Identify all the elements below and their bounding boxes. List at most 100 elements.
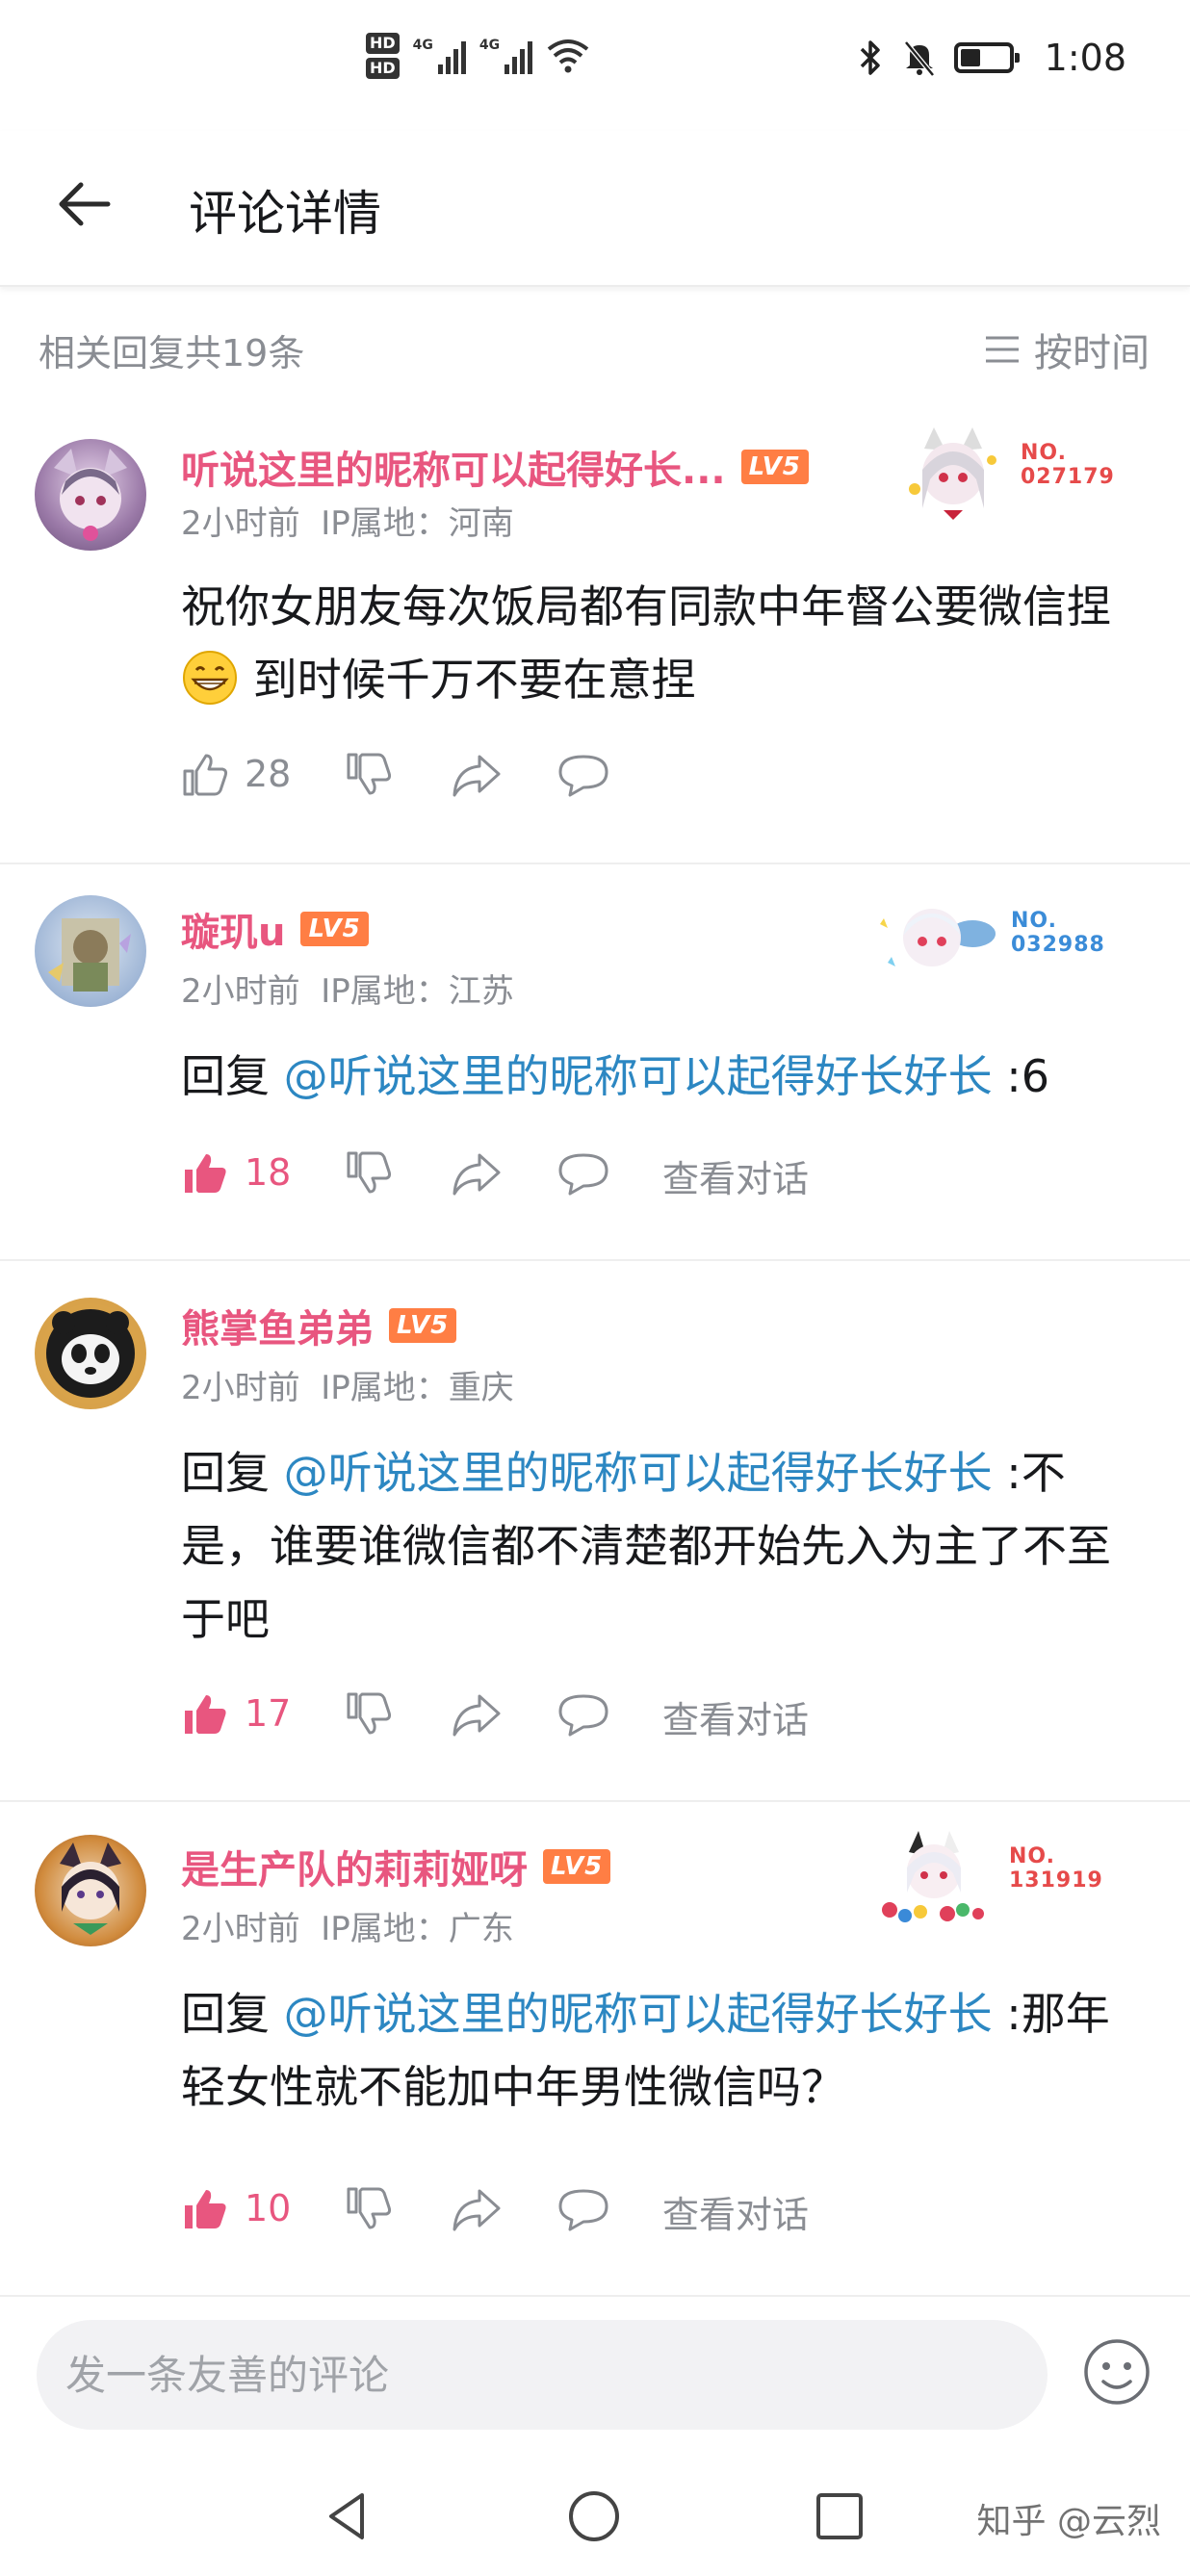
view-conversation-link[interactable]: 查看对话 <box>662 1690 809 1743</box>
more-options-icon[interactable] <box>1182 745 1190 803</box>
reply-button-icon[interactable] <box>556 745 610 803</box>
username[interactable]: 是生产队的莉莉娅呀 LV5 <box>181 1839 611 1894</box>
mention-link[interactable]: @听说这里的昵称可以起得好长好长 <box>284 1447 993 1499</box>
badge-number: 131919 <box>1009 1868 1103 1893</box>
back-arrow-icon[interactable] <box>50 166 127 243</box>
battery-icon <box>953 42 1020 73</box>
dislike-button-icon[interactable] <box>345 2179 393 2237</box>
dislike-button-icon[interactable] <box>345 1685 393 1742</box>
username[interactable]: 璇玑u LV5 <box>181 901 369 957</box>
hd-badge-1: HD <box>366 33 400 54</box>
mention-link[interactable]: @听说这里的昵称可以起得好长好长 <box>284 1050 993 1102</box>
like-button[interactable]: 18 <box>181 1144 291 1201</box>
comment-text: 祝你女朋友每次饭局都有同款中年督公要微信捏 到时候千万不要在意捏 <box>181 580 1111 706</box>
badge-number: 032988 <box>1011 933 1105 957</box>
more-options-icon[interactable] <box>1182 1685 1190 1742</box>
avatar[interactable] <box>35 1298 146 1409</box>
avatar-image <box>48 918 131 992</box>
reply-button-icon[interactable] <box>556 1144 610 1201</box>
more-options-icon[interactable] <box>1182 1144 1190 1201</box>
level-badge: LV5 <box>740 450 809 484</box>
share-button-icon[interactable] <box>451 1144 504 1201</box>
nav-back-icon[interactable] <box>318 2486 379 2547</box>
like-button[interactable]: 17 <box>181 1685 291 1742</box>
fan-badge-character-image <box>880 909 996 966</box>
fan-badge: NO. 032988 <box>876 889 1117 995</box>
like-count: 18 <box>245 1151 292 1194</box>
username[interactable]: 听说这里的昵称可以起得好长... LV5 <box>181 439 809 495</box>
thumbs-up-filled-icon <box>185 1154 226 1193</box>
level-badge: LV5 <box>300 912 369 946</box>
comment-text: 回复 @听说这里的昵称可以起得好长好长 :不是，谁要谁微信都不清楚都开始先入为主… <box>181 1447 1111 1645</box>
nav-recents-icon[interactable] <box>809 2486 870 2547</box>
avatar[interactable] <box>35 439 146 551</box>
page-title: 评论详情 <box>189 186 381 242</box>
fan-badge-character-image <box>882 1831 984 1922</box>
comment-item: 是生产队的莉莉娅呀 LV5 2小时前 IP属地：广东 NO. 131919 回复… <box>0 1802 1190 2295</box>
level-badge: LV5 <box>543 1849 611 1884</box>
network-indicators: HD HD 4G 4G <box>366 33 590 79</box>
comment-text: 回复 @听说这里的昵称可以起得好长好长 :6 <box>181 1050 1050 1102</box>
reply-button-icon[interactable] <box>556 2179 610 2237</box>
thumbs-up-filled-icon <box>185 1695 226 1734</box>
fan-badge-character-image <box>909 427 996 520</box>
ip-location: IP属地：江苏 <box>321 972 514 1011</box>
mute-bell-icon <box>903 40 935 77</box>
like-count: 17 <box>245 1692 292 1735</box>
comment-input[interactable] <box>37 2320 1048 2430</box>
badge-no-label: NO. <box>1011 909 1057 933</box>
comment-time: 2小时前 <box>181 972 300 1011</box>
reply-count: 相关回复共19条 <box>39 332 305 374</box>
badge-no-label: NO. <box>1009 1844 1055 1868</box>
view-conversation-link[interactable]: 查看对话 <box>662 2185 809 2238</box>
share-button-icon[interactable] <box>451 745 504 803</box>
share-button-icon[interactable] <box>451 2179 504 2237</box>
grin-emoji-icon <box>183 651 237 705</box>
ip-location: IP属地：河南 <box>321 504 514 543</box>
comment-compose-bar <box>0 2295 1190 2459</box>
share-button-icon[interactable] <box>451 1685 504 1742</box>
avatar-image <box>40 1303 141 1404</box>
comment-actions: 17 查看对话 <box>181 1685 1144 1742</box>
like-button[interactable]: 10 <box>181 2179 291 2237</box>
like-count: 28 <box>245 753 292 795</box>
badge-number: 027179 <box>1021 465 1115 489</box>
comment-meta: 2小时前 IP属地：江苏 <box>181 965 514 1012</box>
dislike-button-icon[interactable] <box>345 745 393 803</box>
comment-text: 回复 @听说这里的昵称可以起得好长好长 :那年轻女性就不能加中年男性微信吗？ <box>181 1988 1110 2113</box>
fan-badge: NO. 131919 <box>867 1825 1107 1931</box>
comment-time: 2小时前 <box>181 1369 300 1407</box>
comment-meta: 2小时前 IP属地：河南 <box>181 497 514 544</box>
sort-by-time-button[interactable]: 按时间 <box>984 322 1150 377</box>
comment-item: 熊掌鱼弟弟 LV5 2小时前 IP属地：重庆 回复 @听说这里的昵称可以起得好长… <box>0 1261 1190 1802</box>
status-bar: HD HD 4G 4G 1:08 <box>0 0 1190 131</box>
view-conversation-link[interactable]: 查看对话 <box>662 1149 809 1202</box>
comment-meta: 2小时前 IP属地：重庆 <box>181 1361 514 1408</box>
avatar[interactable] <box>35 1835 146 1946</box>
comment-time: 2小时前 <box>181 504 300 543</box>
badge-no-label: NO. <box>1021 441 1067 465</box>
emoji-picker-icon[interactable] <box>1078 2333 1155 2410</box>
like-button[interactable]: 28 <box>181 745 291 803</box>
system-nav-bar: 知乎 @云烈 <box>0 2459 1190 2576</box>
mention-link[interactable]: @听说这里的昵称可以起得好长好长 <box>284 1988 993 2040</box>
nav-home-icon[interactable] <box>563 2486 625 2547</box>
avatar-image <box>60 1842 121 1935</box>
avatar[interactable] <box>35 895 146 1007</box>
like-count: 10 <box>245 2187 292 2229</box>
signal-1-icon: 4G <box>413 38 466 74</box>
dislike-button-icon[interactable] <box>345 1144 393 1201</box>
comment-meta: 2小时前 IP属地：广东 <box>181 1902 514 1949</box>
comment-actions: 10 查看对话 <box>181 2179 1144 2237</box>
more-options-icon[interactable] <box>1182 2179 1190 2237</box>
avatar-image <box>54 449 127 541</box>
fan-badge: NO. 027179 <box>895 422 1136 528</box>
status-right: 1:08 <box>856 37 1126 79</box>
wifi-icon <box>547 39 589 73</box>
signal-2-icon: 4G <box>479 38 533 74</box>
username[interactable]: 熊掌鱼弟弟 LV5 <box>181 1298 457 1353</box>
reply-button-icon[interactable] <box>556 1685 610 1742</box>
comment-actions: 18 查看对话 <box>181 1144 1144 1201</box>
page-header: 评论详情 <box>0 131 1190 287</box>
comment-actions: 28 <box>181 745 1144 803</box>
